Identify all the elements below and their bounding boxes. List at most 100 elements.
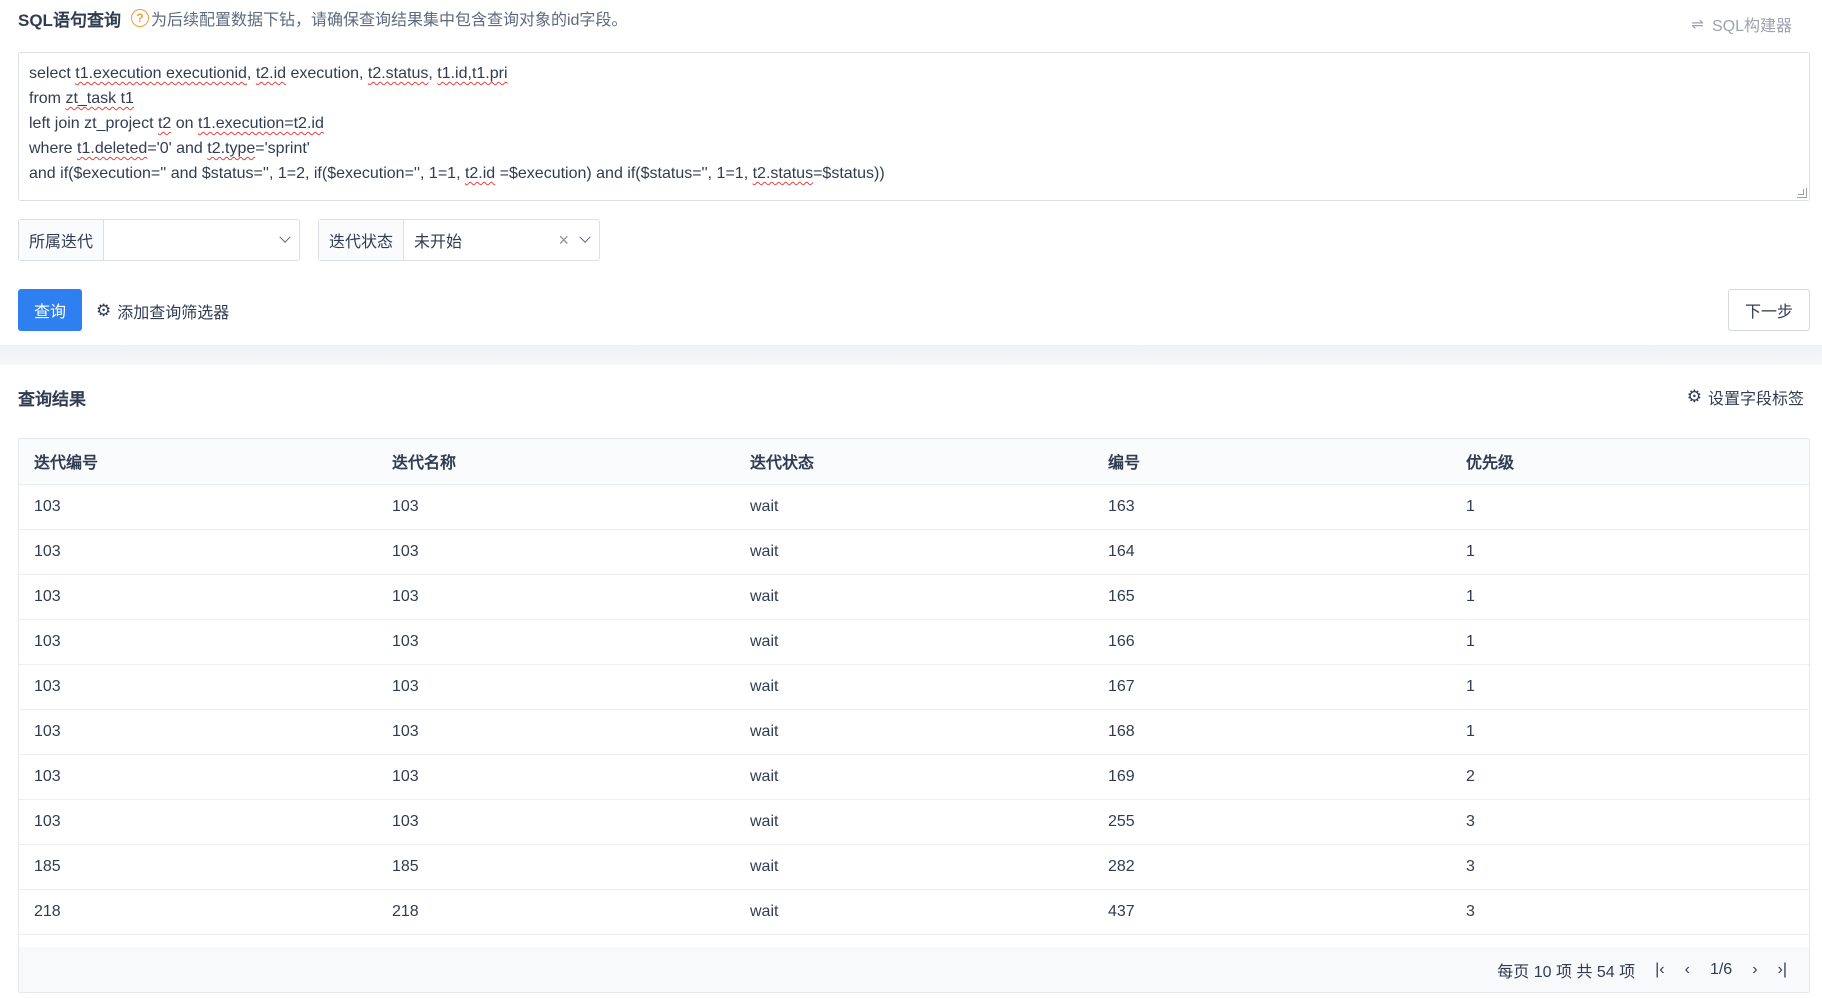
table-cell: 168: [1093, 709, 1451, 755]
panel-divider: [0, 345, 1822, 365]
set-field-labels-button[interactable]: ⚙ 设置字段标签: [1687, 385, 1804, 409]
table-cell: 1: [1451, 619, 1809, 665]
table-cell: wait: [735, 574, 1093, 620]
table-cell: 164: [1093, 529, 1451, 575]
iteration-filter[interactable]: 所属迭代: [18, 219, 300, 261]
next-step-button[interactable]: 下一步: [1728, 289, 1810, 331]
status-filter[interactable]: 迭代状态 未开始 ×: [318, 219, 600, 261]
table-row: 103 103 wait 255 3: [19, 799, 1809, 845]
table-cell: wait: [735, 709, 1093, 755]
table-cell: 1: [1451, 574, 1809, 620]
table-cell: 1: [1451, 664, 1809, 710]
resize-handle-icon[interactable]: [1797, 188, 1807, 198]
table-cell: 103: [19, 574, 377, 620]
swap-icon: ⇌: [1691, 16, 1704, 33]
table-cell: wait: [735, 484, 1093, 530]
help-icon[interactable]: ?: [130, 9, 149, 27]
table-cell: 103: [377, 799, 735, 845]
table-cell: 218: [377, 889, 735, 935]
table-cell: 103: [377, 754, 735, 800]
status-select[interactable]: 未开始: [404, 220, 558, 260]
sql-editor[interactable]: select t1.execution executionid, t2.id e…: [18, 52, 1810, 201]
sql-line-2: from zt_task t1: [29, 90, 134, 107]
table-cell: wait: [735, 664, 1093, 710]
chevron-down-icon[interactable]: [279, 231, 291, 243]
table-cell: 103: [19, 709, 377, 755]
table-cell: wait: [735, 754, 1093, 800]
table-cell: 3: [1451, 889, 1809, 935]
first-page-icon[interactable]: |‹: [1655, 961, 1664, 979]
pagination: 每页 10 项 共 54 项 |‹ ‹ 1/6 › ›|: [19, 947, 1809, 992]
sql-line-3: left join zt_project t2 on t1.execution=…: [29, 115, 324, 132]
table-cell: 1: [1451, 484, 1809, 530]
query-button[interactable]: 查询: [18, 289, 82, 331]
table-row: 185 185 wait 282 3: [19, 844, 1809, 890]
next-page-icon[interactable]: ›: [1752, 961, 1757, 979]
table-cell: 437: [1093, 889, 1451, 935]
table-row: 103 103 wait 168 1: [19, 709, 1809, 755]
table-cell: 103: [19, 619, 377, 665]
table-cell: wait: [735, 844, 1093, 890]
table-header-row: 迭代编号 迭代名称 迭代状态 编号 优先级: [19, 439, 1809, 485]
column-header: 优先级: [1451, 439, 1809, 485]
last-page-icon[interactable]: ›|: [1778, 961, 1787, 979]
table-cell: wait: [735, 889, 1093, 935]
table-row: 103 103 wait 166 1: [19, 619, 1809, 665]
prev-page-icon[interactable]: ‹: [1685, 961, 1690, 979]
table-cell: wait: [735, 529, 1093, 575]
results-title: 查询结果: [18, 390, 86, 409]
table-cell: 103: [19, 484, 377, 530]
table-cell: 1: [1451, 709, 1809, 755]
table-cell: 2: [1451, 754, 1809, 800]
gear-icon: ⚙: [96, 301, 112, 320]
column-header: 编号: [1093, 439, 1451, 485]
table-cell: 169: [1093, 754, 1451, 800]
sql-builder-button[interactable]: ⇌ SQL构建器: [1691, 12, 1792, 36]
table-cell: 103: [19, 754, 377, 800]
table-cell: 218: [19, 889, 377, 935]
sql-line-4: where t1.deleted='0' and t2.type='sprint…: [29, 140, 310, 157]
status-filter-label: 迭代状态: [319, 220, 405, 260]
sql-line-5: and if($execution='' and $status='', 1=2…: [29, 165, 885, 182]
results-table: 迭代编号 迭代名称 迭代状态 编号 优先级 103 103 wait 163 1 103 1…: [18, 438, 1810, 993]
add-filter-label: 添加查询筛选器: [117, 305, 230, 322]
table-row: 103 103 wait 164 1: [19, 529, 1809, 575]
page-indicator: 1/6: [1709, 960, 1733, 978]
table-cell: 103: [377, 484, 735, 530]
table-cell: 255: [1093, 799, 1451, 845]
table-cell: 165: [1093, 574, 1451, 620]
sql-query-panel: SQL语句查询 ? 为后续配置数据下钻，请确保查询结果集中包含查询对象的id字段…: [0, 0, 1822, 345]
table-cell: 167: [1093, 664, 1451, 710]
set-field-labels-label: 设置字段标签: [1707, 391, 1804, 408]
table-cell: 103: [377, 574, 735, 620]
add-filter-button[interactable]: ⚙ 添加查询筛选器: [96, 299, 229, 323]
table-row: 218 218 wait 437 3: [19, 889, 1809, 935]
table-row: 103 103 wait 167 1: [19, 664, 1809, 710]
iteration-select[interactable]: [104, 220, 281, 260]
panel-title: SQL语句查询: [18, 10, 121, 30]
iteration-filter-label: 所属迭代: [19, 220, 105, 260]
table-cell: 163: [1093, 484, 1451, 530]
gear-icon: ⚙: [1686, 387, 1702, 406]
hint-text: 为后续配置数据下钻，请确保查询结果集中包含查询对象的id字段。: [150, 12, 628, 29]
column-header: 迭代名称: [377, 439, 735, 485]
chevron-down-icon[interactable]: [579, 231, 591, 243]
table-row: 103 103 wait 163 1: [19, 484, 1809, 530]
pagination-summary: 每页 10 项 共 54 项: [1497, 963, 1636, 981]
table-cell: 103: [19, 529, 377, 575]
table-cell: 103: [377, 664, 735, 710]
column-header: 迭代编号: [19, 439, 377, 485]
table-cell: 166: [1093, 619, 1451, 665]
table-cell: 185: [377, 844, 735, 890]
panel-header: SQL语句查询 ? 为后续配置数据下钻，请确保查询结果集中包含查询对象的id字段…: [18, 6, 627, 30]
table-cell: 103: [377, 619, 735, 665]
sql-line-1: select t1.execution executionid, t2.id e…: [29, 65, 508, 82]
sql-builder-label: SQL构建器: [1711, 18, 1792, 35]
clear-icon[interactable]: ×: [558, 231, 569, 249]
table-row: 103 103 wait 169 2: [19, 754, 1809, 800]
table-cell: 103: [19, 664, 377, 710]
table-cell: 185: [19, 844, 377, 890]
table-cell: 103: [19, 799, 377, 845]
table-cell: 3: [1451, 844, 1809, 890]
table-cell: 282: [1093, 844, 1451, 890]
